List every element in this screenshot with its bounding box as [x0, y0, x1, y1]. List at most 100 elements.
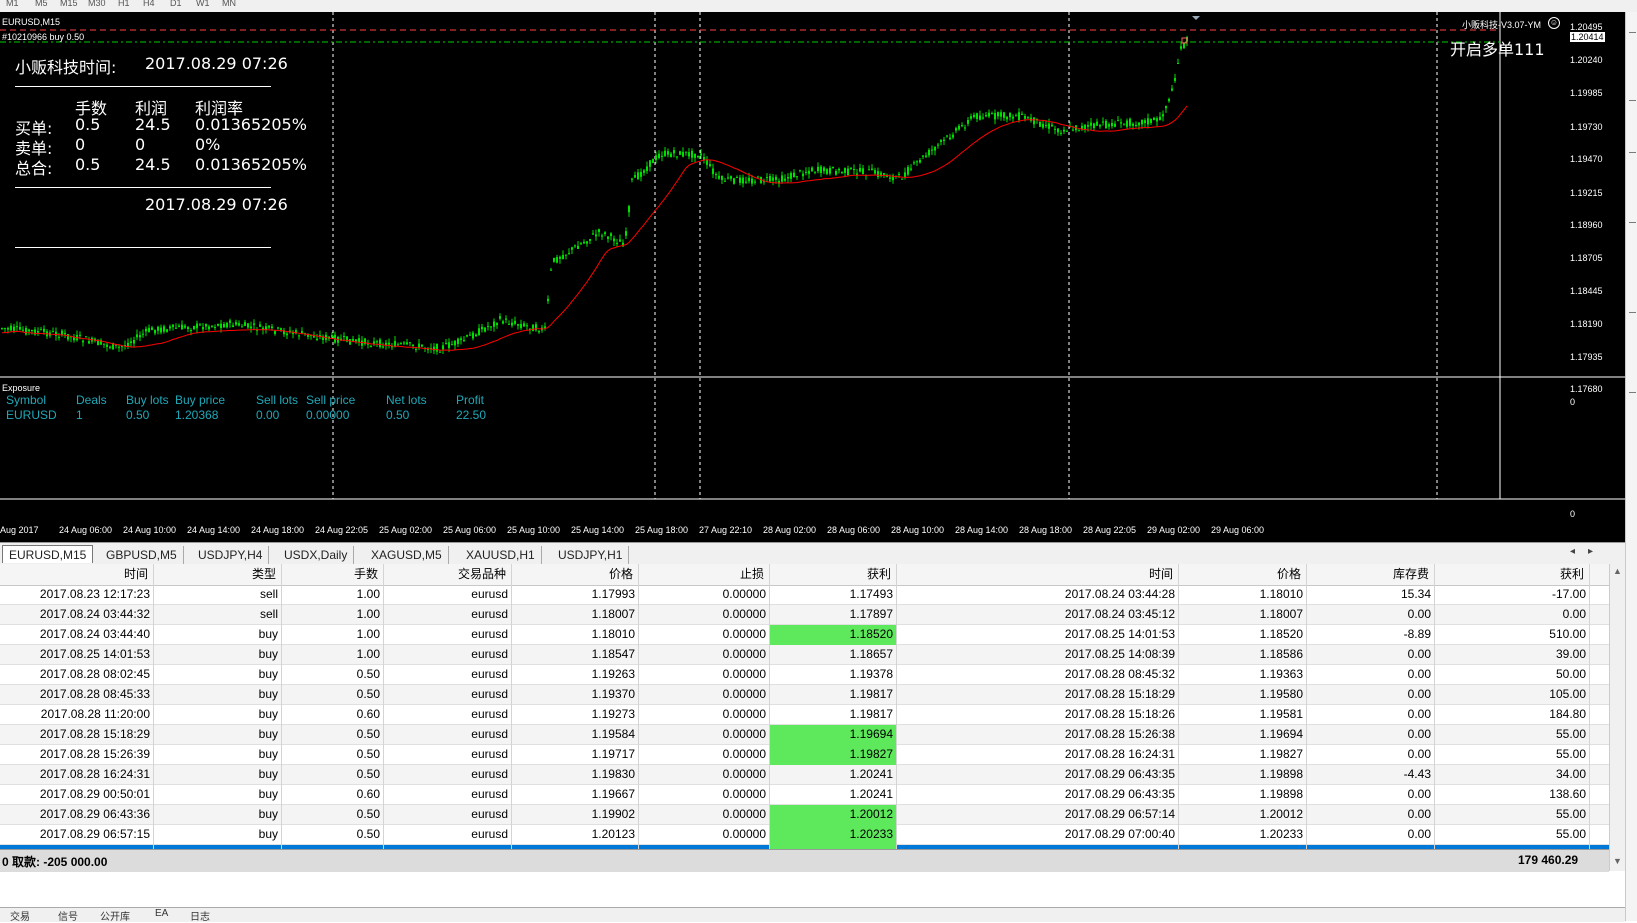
subwindow-scale-bottom: 0 — [1570, 509, 1576, 519]
cell-tp: 1.19817 — [770, 685, 897, 705]
table-row[interactable]: 2017.08.29 06:57:15 buy 0.50 eurusd 1.20123 0… — [0, 825, 1609, 845]
col-profit[interactable]: 获利 — [1435, 564, 1590, 585]
cell-close-price: 1.19581 — [1179, 705, 1307, 725]
candle-body — [13, 326, 15, 331]
time-axis-label: 28 Aug 10:00 — [891, 525, 945, 535]
table-row[interactable]: 2017.08.24 03:44:32 sell 1.00 eurusd 1.18007… — [0, 605, 1609, 625]
cell-swap: 0.00 — [1307, 785, 1435, 805]
cell-symbol: eurusd — [384, 825, 512, 845]
table-row[interactable]: 2017.08.25 14:01:53 buy 1.00 eurusd 1.18547 0… — [0, 645, 1609, 665]
candle-body — [823, 167, 825, 172]
candle-body — [535, 324, 537, 331]
table-row[interactable]: 2017.08.29 00:50:01 buy 0.60 eurusd 1.19667 0… — [0, 785, 1609, 805]
col-close-time[interactable]: 时间 — [897, 564, 1179, 585]
cell-profit: 105.00 — [1435, 685, 1590, 705]
candle-body — [241, 326, 243, 328]
timeframe-d1[interactable]: D1 — [170, 0, 182, 8]
candle-body — [382, 346, 384, 348]
candle-body — [985, 115, 987, 117]
table-row[interactable]: 2017.08.28 08:45:33 buy 0.50 eurusd 1.19370 0… — [0, 685, 1609, 705]
cell-swap: 0.00 — [1307, 605, 1435, 625]
col-take-profit[interactable]: 获利 — [770, 564, 897, 585]
col-swap[interactable]: 库存费 — [1307, 564, 1435, 585]
candle-body — [1108, 124, 1110, 127]
price-chart[interactable]: EURUSD,M15 #10210966 buy 0.50 小贩科技-V3.07… — [0, 12, 1625, 542]
candle-body — [148, 327, 150, 332]
candle-body — [1015, 115, 1017, 117]
tab-usdx-daily[interactable]: USDX,Daily — [278, 546, 355, 564]
candle-body — [709, 164, 711, 167]
timeframe-h4[interactable]: H4 — [143, 0, 155, 8]
col-type[interactable]: 类型 — [154, 564, 282, 585]
candle-body — [166, 329, 168, 332]
timeframe-mn[interactable]: MN — [222, 0, 236, 8]
col-lots[interactable]: 手数 — [282, 564, 384, 585]
table-row[interactable]: 2017.08.29 06:43:36 buy 0.50 eurusd 1.19902 0… — [0, 805, 1609, 825]
timeframe-m1[interactable]: M1 — [6, 0, 19, 8]
timeframe-m30[interactable]: M30 — [88, 0, 106, 8]
col-stop-loss[interactable]: 止损 — [639, 564, 770, 585]
candle-body — [733, 178, 735, 184]
candle-body — [787, 176, 789, 179]
timeframe-m15[interactable]: M15 — [60, 0, 78, 8]
terminal-tab-ea[interactable]: EA — [155, 908, 168, 919]
table-row[interactable]: 2017.08.28 08:02:45 buy 0.50 eurusd 1.19263 0… — [0, 665, 1609, 685]
candle-body — [1177, 62, 1179, 64]
cell-lots: 0.60 — [282, 705, 384, 725]
candle-body — [1132, 123, 1134, 126]
tab-usdjpy-h4[interactable]: USDJPY,H4 — [192, 546, 270, 564]
cell-price: 1.19902 — [512, 805, 639, 825]
table-row[interactable]: 2017.08.24 03:44:40 buy 1.00 eurusd 1.18010 0… — [0, 625, 1609, 645]
exposure-header: Buy price — [175, 393, 226, 407]
table-row[interactable]: 2017.08.28 16:24:31 buy 0.50 eurusd 1.19830 0… — [0, 765, 1609, 785]
tab-usdjpy-h1[interactable]: USDJPY,H1 — [552, 546, 630, 564]
cell-price: 1.19717 — [512, 745, 639, 765]
table-row[interactable]: 2017.08.28 15:26:39 buy 0.50 eurusd 1.19717 0… — [0, 745, 1609, 765]
col-close-price[interactable]: 价格 — [1179, 564, 1307, 585]
cell-swap: 0.00 — [1307, 665, 1435, 685]
timeframe-m5[interactable]: M5 — [35, 0, 48, 8]
tab-xagusd-m5[interactable]: XAGUSD,M5 — [365, 546, 449, 564]
exposure-value: 0.50 — [126, 408, 150, 422]
col-price[interactable]: 价格 — [512, 564, 639, 585]
tab-eurusd-m15[interactable]: EURUSD,M15 — [2, 545, 94, 563]
candle-body — [550, 269, 552, 271]
timeframe-w1[interactable]: W1 — [196, 0, 210, 8]
cell-sl: 0.00000 — [639, 685, 770, 705]
table-row[interactable]: 2017.08.28 15:18:29 buy 0.50 eurusd 1.19584 0… — [0, 725, 1609, 745]
candle-body — [1057, 128, 1059, 133]
candle-body — [649, 160, 651, 167]
candle-body — [694, 153, 696, 158]
candle-body — [580, 243, 582, 245]
candle-body — [199, 324, 201, 326]
table-scrollbar[interactable]: ▲ ▼ — [1609, 564, 1626, 871]
candle-body — [667, 151, 669, 155]
candle-body — [136, 334, 138, 338]
cell-symbol: eurusd — [384, 725, 512, 745]
table-row[interactable]: 2017.08.23 12:17:23 sell 1.00 eurusd 1.17993… — [0, 585, 1609, 605]
cell-sl: 0.00000 — [639, 785, 770, 805]
candle-body — [1051, 124, 1053, 127]
tab-scroll-left-icon[interactable]: ◂ — [1570, 546, 1575, 557]
scroll-down-icon[interactable]: ▼ — [1613, 856, 1622, 866]
col-open-time[interactable]: 时间 — [0, 564, 154, 585]
tab-gbpusd-m5[interactable]: GBPUSD,M5 — [100, 546, 184, 564]
cell-symbol: eurusd — [384, 625, 512, 645]
cell-price: 1.18547 — [512, 645, 639, 665]
table-row[interactable]: 2017.08.28 11:20:00 buy 0.60 eurusd 1.19273 0… — [0, 705, 1609, 725]
candle-body — [64, 332, 66, 335]
candle-body — [1003, 112, 1005, 118]
tab-xauusd-h1[interactable]: XAUUSD,H1 — [460, 546, 542, 564]
candle-body — [601, 235, 603, 237]
candle-body — [1048, 123, 1050, 129]
candle-body — [874, 170, 876, 174]
candle-body — [1153, 117, 1155, 120]
candle-body — [1165, 106, 1167, 109]
col-symbol[interactable]: 交易品种 — [384, 564, 512, 585]
candle-body — [688, 152, 690, 157]
candle-body — [991, 113, 993, 115]
scroll-up-icon[interactable]: ▲ — [1613, 566, 1622, 576]
candle-body — [274, 330, 276, 334]
timeframe-h1[interactable]: H1 — [118, 0, 130, 8]
tab-scroll-right-icon[interactable]: ▸ — [1588, 546, 1593, 557]
